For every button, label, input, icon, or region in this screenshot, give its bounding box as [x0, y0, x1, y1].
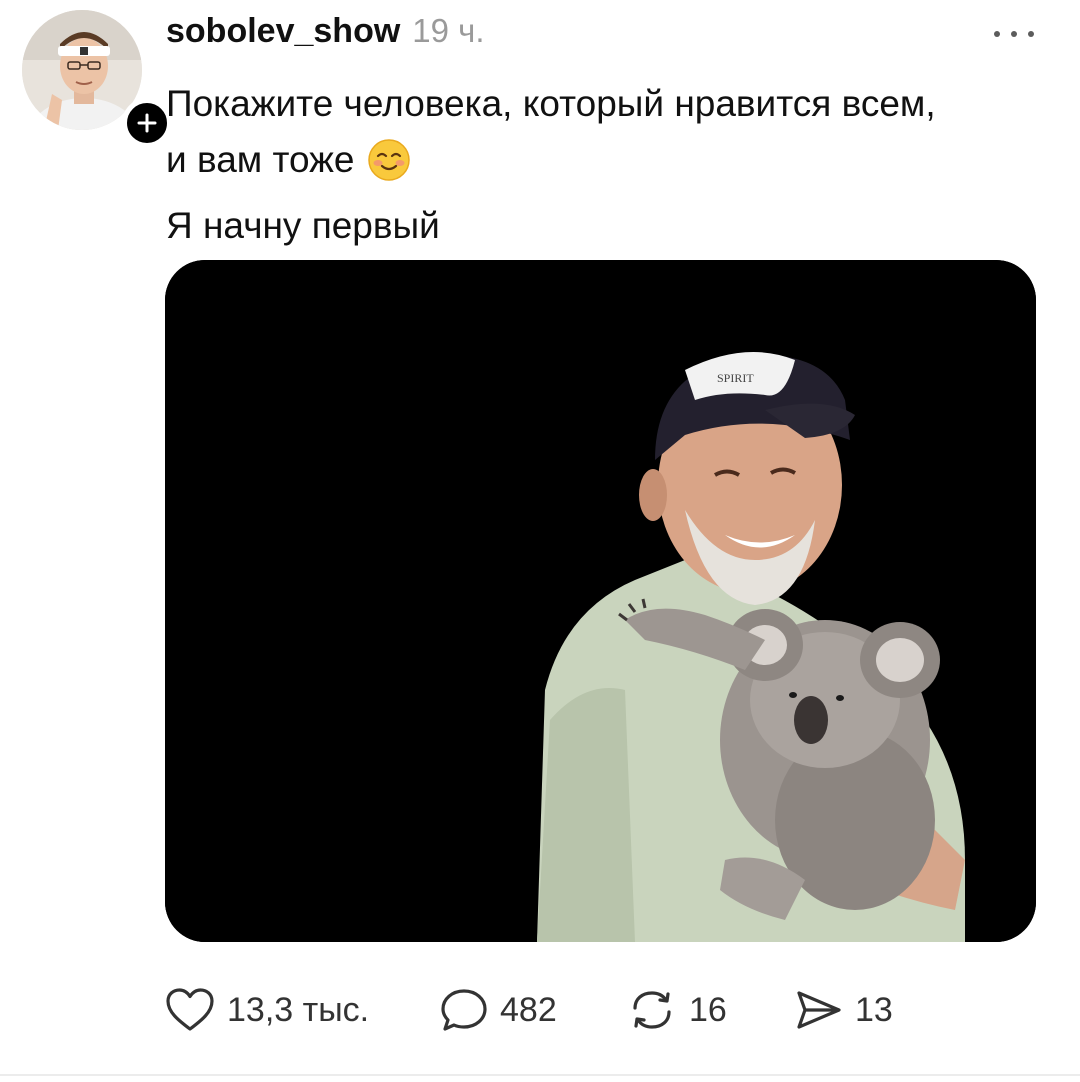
post-text-line: и вам тоже [166, 139, 355, 180]
post-text-line: Я начну первый [166, 205, 440, 246]
post-header: sobolev_show 19 ч. [166, 12, 485, 60]
post-text: Покажите человека, который нравится всем… [166, 76, 1046, 254]
like-count: 13,3 тыс. [227, 990, 370, 1029]
share-count: 13 [855, 990, 893, 1029]
comment-button[interactable]: 482 [440, 984, 557, 1036]
post-image[interactable]: SPIRIT [165, 260, 1036, 942]
repost-count: 16 [689, 990, 727, 1029]
send-icon [797, 991, 841, 1029]
follow-button[interactable] [122, 98, 172, 148]
comment-bubble-icon [441, 989, 487, 1031]
post-photo: SPIRIT [165, 260, 1036, 942]
repost-button[interactable]: 16 [627, 984, 727, 1036]
like-button[interactable]: 13,3 тыс. [165, 984, 369, 1036]
smiling-face-emoji-icon [367, 138, 411, 198]
post-timestamp: 19 ч. [412, 12, 485, 49]
post-actions-bar: 13,3 тыс. 482 16 13 [165, 984, 1035, 1036]
plus-icon [137, 113, 157, 133]
more-options-button[interactable] [994, 22, 1034, 46]
heart-icon [166, 988, 214, 1031]
author-avatar-container[interactable] [22, 10, 172, 148]
cap-text: SPIRIT [717, 371, 754, 385]
author-username[interactable]: sobolev_show [166, 12, 400, 51]
share-button[interactable]: 13 [795, 984, 893, 1036]
post-divider [0, 1074, 1080, 1076]
ellipsis-icon [994, 31, 1000, 37]
post-text-line: Покажите человека, который нравится всем… [166, 83, 936, 124]
comment-count: 482 [500, 990, 557, 1029]
repost-arrows-icon [633, 991, 671, 1029]
